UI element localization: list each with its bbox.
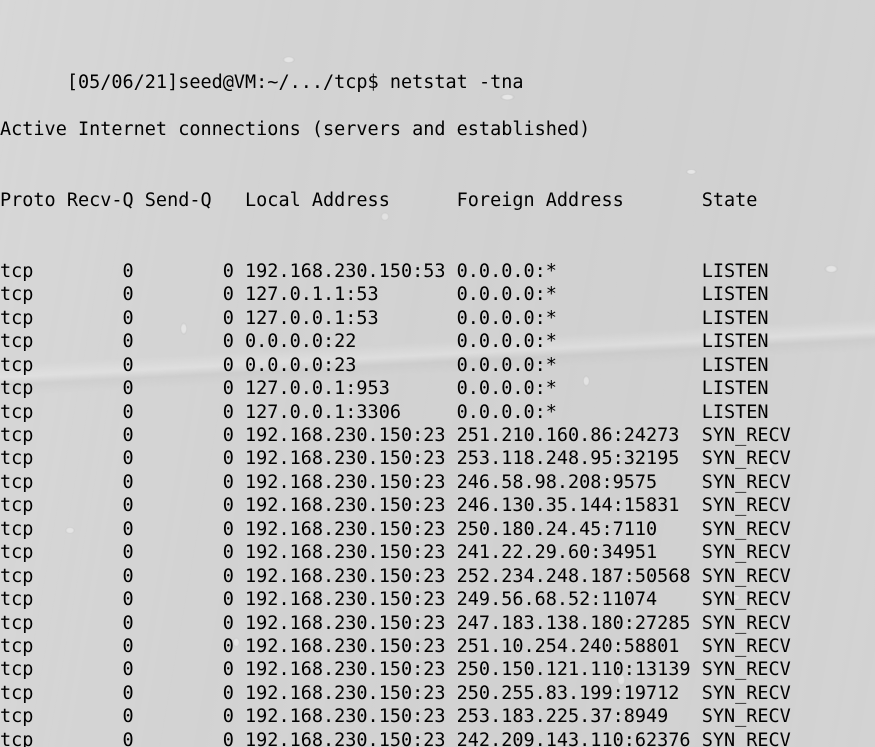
shell-prompt: [05/06/21]seed@VM:~/.../tcp$ bbox=[66, 72, 390, 94]
table-header: Proto Recv-Q Send-Q Local Address Foreig… bbox=[0, 189, 758, 211]
table-row: tcp 0 0 192.168.230.150:23 253.183.225.3… bbox=[0, 706, 791, 728]
terminal-window[interactable]: [05/06/21]seed@VM:~/.../tcp$ netstat -tn… bbox=[0, 0, 875, 747]
table-row: tcp 0 0 0.0.0.0:23 0.0.0.0:* LISTEN bbox=[0, 354, 769, 376]
terminal-output[interactable]: [05/06/21]seed@VM:~/.../tcp$ netstat -tn… bbox=[0, 0, 875, 747]
table-row: tcp 0 0 192.168.230.150:53 0.0.0.0:* LIS… bbox=[0, 260, 769, 282]
table-row: tcp 0 0 192.168.230.150:23 249.56.68.52:… bbox=[0, 589, 791, 611]
connection-rows: tcp 0 0 192.168.230.150:53 0.0.0.0:* LIS… bbox=[0, 259, 875, 747]
table-row: tcp 0 0 0.0.0.0:22 0.0.0.0:* LISTEN bbox=[0, 331, 769, 353]
table-row: tcp 0 0 127.0.0.1:3306 0.0.0.0:* LISTEN bbox=[0, 401, 769, 423]
table-row: tcp 0 0 192.168.230.150:23 251.10.254.24… bbox=[0, 635, 791, 657]
table-row: tcp 0 0 127.0.1.1:53 0.0.0.0:* LISTEN bbox=[0, 284, 769, 306]
table-row: tcp 0 0 192.168.230.150:23 242.209.143.1… bbox=[0, 729, 791, 747]
table-row: tcp 0 0 127.0.0.1:953 0.0.0.0:* LISTEN bbox=[0, 378, 769, 400]
command-text: netstat -tna bbox=[389, 72, 524, 94]
table-row: tcp 0 0 192.168.230.150:23 250.150.121.1… bbox=[0, 659, 791, 681]
command-line: [05/06/21]seed@VM:~/.../tcp$ netstat -tn… bbox=[0, 47, 875, 93]
table-row: tcp 0 0 192.168.230.150:23 252.234.248.1… bbox=[0, 565, 791, 587]
table-row: tcp 0 0 192.168.230.150:23 246.58.98.208… bbox=[0, 471, 791, 493]
table-row: tcp 0 0 192.168.230.150:23 247.183.138.1… bbox=[0, 612, 791, 634]
table-row: tcp 0 0 192.168.230.150:23 250.180.24.45… bbox=[0, 518, 791, 540]
table-row: tcp 0 0 127.0.0.1:53 0.0.0.0:* LISTEN bbox=[0, 307, 769, 329]
table-row: tcp 0 0 192.168.230.150:23 250.255.83.19… bbox=[0, 682, 791, 704]
netstat-banner: Active Internet connections (servers and… bbox=[0, 119, 591, 141]
table-row: tcp 0 0 192.168.230.150:23 251.210.160.8… bbox=[0, 425, 791, 446]
table-row: tcp 0 0 192.168.230.150:23 253.118.248.9… bbox=[0, 448, 791, 470]
table-row: tcp 0 0 192.168.230.150:23 241.22.29.60:… bbox=[0, 542, 791, 564]
table-row: tcp 0 0 192.168.230.150:23 246.130.35.14… bbox=[0, 495, 791, 517]
